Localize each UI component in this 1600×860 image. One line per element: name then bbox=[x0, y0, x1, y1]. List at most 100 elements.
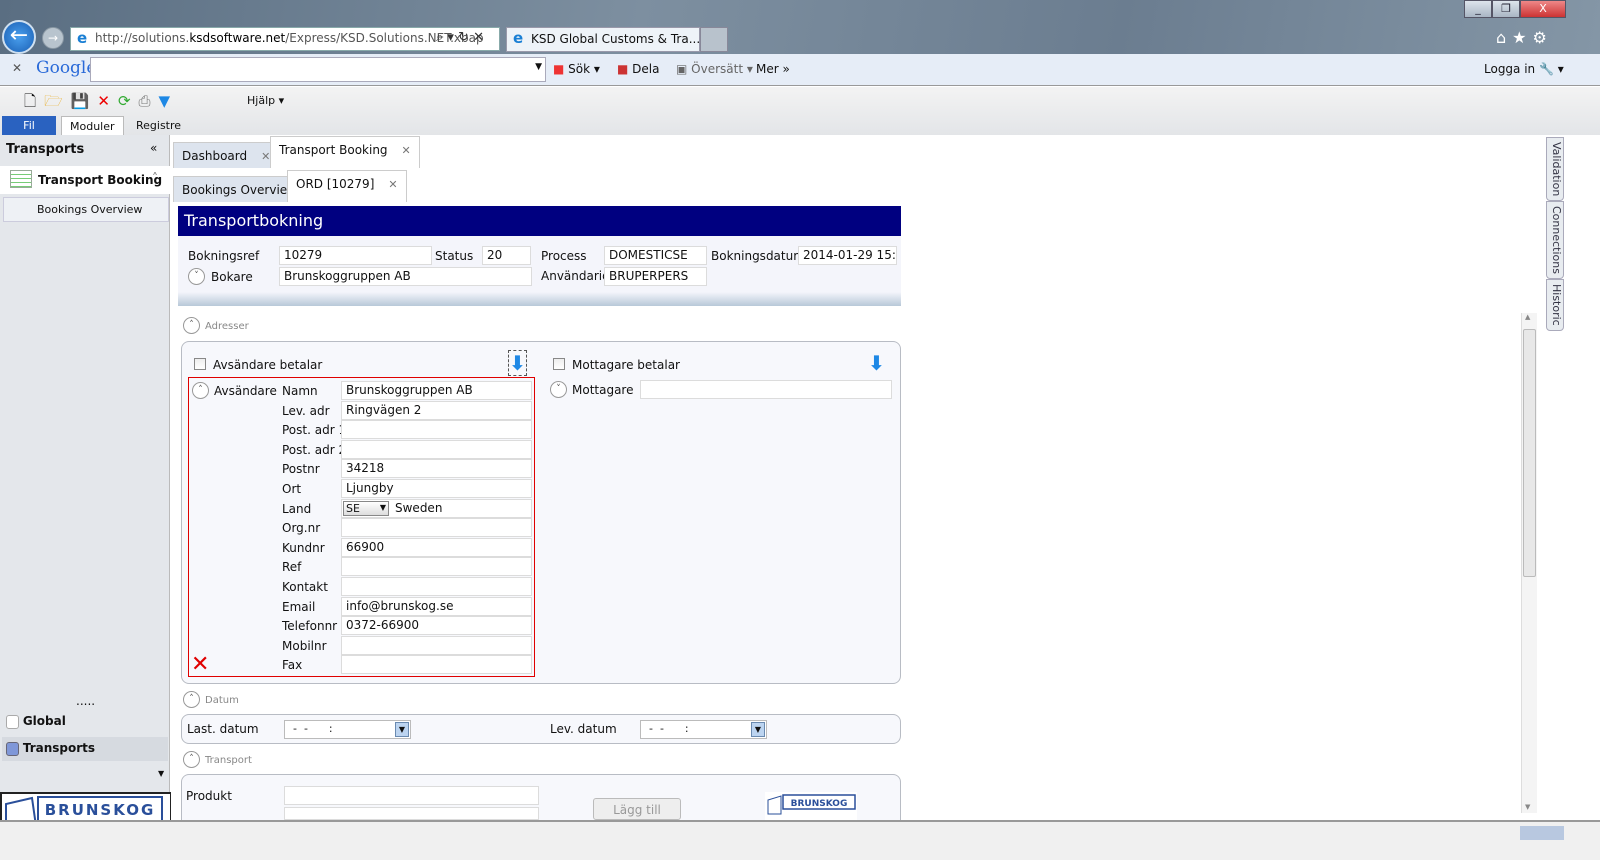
expand-receiver-icon[interactable]: ˅ bbox=[550, 381, 567, 398]
google-search-input[interactable]: ▼ bbox=[90, 57, 546, 82]
more-button[interactable]: Mer » bbox=[756, 62, 790, 76]
sender-field-label: Ort bbox=[282, 482, 302, 496]
collapse-adresser-icon[interactable]: ˄ bbox=[183, 317, 200, 334]
sidebar-menu-dropdown[interactable]: ▼ bbox=[158, 769, 164, 778]
close-tab-icon[interactable]: ✕ bbox=[388, 178, 397, 191]
sender-field-org-nr[interactable] bbox=[341, 518, 532, 538]
sidebar-title: Transports bbox=[6, 142, 85, 157]
sender-field-kontakt[interactable] bbox=[341, 577, 532, 596]
arrow-down-icon[interactable]: ⬇ bbox=[868, 351, 885, 375]
last-datum-picker[interactable]: - - : ▼ bbox=[284, 720, 411, 739]
field-value: Ljungby bbox=[346, 481, 394, 495]
sender-field-postnr[interactable]: 34218 bbox=[341, 459, 532, 479]
calendar-dropdown-icon[interactable]: ▼ bbox=[395, 722, 409, 737]
close-toolbar-icon[interactable]: ✕ bbox=[12, 61, 22, 75]
sender-field-land[interactable]: SE ▼ Sweden bbox=[341, 498, 532, 518]
ribbon-tab-moduler[interactable]: Moduler bbox=[61, 116, 124, 135]
receiver-field[interactable] bbox=[640, 380, 892, 399]
close-tab-icon[interactable]: ✕ bbox=[261, 150, 270, 163]
google-logo: Google bbox=[36, 58, 97, 78]
sender-field-lev-adr[interactable]: Ringvägen 2 bbox=[341, 400, 532, 420]
lev-datum-label: Lev. datum bbox=[550, 722, 617, 736]
search-button[interactable]: ■ Sök ▾ bbox=[553, 62, 600, 76]
collapse-datum-icon[interactable]: ˄ bbox=[183, 691, 200, 708]
sender-pays-checkbox[interactable] bbox=[194, 358, 206, 370]
sender-field-namn[interactable]: Brunskoggruppen AB bbox=[341, 381, 532, 400]
sender-field-email[interactable]: info@brunskog.se bbox=[341, 596, 532, 616]
scrollbar-thumb[interactable] bbox=[1523, 329, 1536, 577]
print-icon[interactable]: ⎙ bbox=[139, 92, 159, 110]
calendar-dropdown-icon[interactable]: ▼ bbox=[751, 722, 765, 737]
sender-field-ort[interactable]: Ljungby bbox=[341, 479, 532, 498]
collapse-sidebar-icon[interactable]: « bbox=[150, 141, 157, 155]
anvandarid-field[interactable]: BRUPERPERS bbox=[604, 267, 707, 286]
sender-field-kundnr[interactable]: 66900 bbox=[341, 537, 532, 557]
nav-global[interactable]: Global bbox=[6, 714, 66, 729]
add-button[interactable]: Lägg till bbox=[593, 798, 681, 820]
ribbon-tab-registre[interactable]: Registre bbox=[128, 116, 189, 135]
remove-sender-icon[interactable]: ✕ bbox=[191, 652, 209, 677]
tab-transport-booking[interactable]: Transport Booking ✕ bbox=[270, 136, 420, 168]
delete-icon[interactable]: ✕ bbox=[97, 92, 118, 110]
vertical-scrollbar[interactable]: ▲ ▼ bbox=[1521, 313, 1537, 813]
status-field[interactable]: 20 bbox=[482, 246, 531, 265]
sender-field-label: Lev. adr bbox=[282, 403, 330, 418]
sender-field-ref[interactable] bbox=[341, 557, 532, 577]
refresh-icon[interactable]: ⟳ bbox=[118, 92, 139, 110]
tab-dashboard[interactable]: Dashboard ✕ bbox=[173, 142, 280, 168]
sidebar-more[interactable]: ..... bbox=[76, 694, 95, 708]
new-tab-button[interactable] bbox=[700, 27, 728, 52]
sidebar-group-transport-booking[interactable]: Transport Booking ˄ bbox=[0, 166, 170, 194]
tab-connections[interactable]: Connections bbox=[1546, 201, 1564, 280]
nav-transports[interactable]: Transports bbox=[2, 737, 168, 761]
country-code-select[interactable]: SE ▼ bbox=[343, 500, 389, 516]
bokningsdatum-field[interactable]: 2014-01-29 15:13 bbox=[798, 246, 897, 265]
browser-tab[interactable]: eKSD Global Customs & Tra...✕ bbox=[506, 27, 723, 52]
search-refresh-stop-icons[interactable]: ⌕ ▾ ↻ ✕ bbox=[436, 30, 484, 45]
scroll-up-icon[interactable]: ▲ bbox=[1525, 313, 1530, 321]
back-button[interactable]: ← bbox=[2, 20, 36, 54]
minimize-button[interactable]: _ bbox=[1464, 0, 1492, 18]
receiver-pays-label: Mottagare betalar bbox=[572, 358, 680, 372]
collapse-transport-icon[interactable]: ˄ bbox=[183, 751, 200, 768]
sender-field-mobilnr[interactable] bbox=[341, 635, 532, 655]
sender-field-post-adr-2[interactable] bbox=[341, 439, 532, 459]
lev-datum-picker[interactable]: - - : ▼ bbox=[640, 720, 767, 739]
second-transport-field[interactable] bbox=[284, 807, 539, 820]
arrow-down-icon[interactable]: ⬇ bbox=[508, 350, 527, 376]
tab-ord-10279[interactable]: ORD [10279] ✕ bbox=[287, 170, 407, 202]
close-window-button[interactable]: X bbox=[1520, 0, 1566, 18]
filter-icon[interactable]: ▼ bbox=[159, 92, 179, 110]
receiver-pays-checkbox[interactable] bbox=[553, 358, 565, 370]
produkt-field[interactable] bbox=[284, 786, 539, 805]
sidebar-item-bookings-overview[interactable]: Bookings Overview bbox=[3, 197, 169, 222]
tab-historic[interactable]: Historic bbox=[1546, 279, 1564, 332]
new-icon[interactable]: 🗋 bbox=[24, 92, 44, 110]
restore-button[interactable]: ❐ bbox=[1492, 0, 1520, 18]
sender-field-label: Telefonnr bbox=[282, 619, 338, 634]
expand-bokare-icon[interactable]: ˅ bbox=[188, 268, 205, 285]
login-button[interactable]: Logga in 🔧 ▾ bbox=[1484, 62, 1564, 76]
translate-button[interactable]: ▣ Översätt ▾ bbox=[676, 62, 753, 76]
tab-validation[interactable]: Validation bbox=[1546, 137, 1564, 202]
close-tab-icon[interactable]: ✕ bbox=[402, 144, 411, 157]
section-adresser: Adresser bbox=[205, 321, 249, 332]
help-menu[interactable]: Hjälp ▾ bbox=[247, 94, 284, 107]
share-button[interactable]: ■ Dela bbox=[617, 62, 659, 76]
sender-field-telefonnr[interactable]: 0372-66900 bbox=[341, 616, 532, 636]
forward-button[interactable]: → bbox=[42, 27, 64, 49]
global-icon bbox=[6, 714, 19, 729]
bokare-field[interactable]: Brunskoggruppen AB bbox=[279, 267, 532, 286]
sender-field-label: Mobilnr bbox=[282, 638, 327, 653]
open-icon[interactable]: 🗁 bbox=[44, 92, 71, 110]
bokningsref-field[interactable]: 10279 bbox=[279, 246, 432, 265]
save-icon[interactable]: 💾 bbox=[71, 92, 98, 110]
home-star-gear-icons[interactable]: ⌂★⚙ bbox=[1496, 28, 1553, 47]
ribbon-tab-fil[interactable]: Fil bbox=[2, 116, 56, 135]
sender-field-label: Post. adr 2 bbox=[282, 442, 347, 457]
scroll-down-icon[interactable]: ▼ bbox=[1525, 803, 1530, 811]
process-field[interactable]: DOMESTICSE bbox=[604, 246, 707, 265]
collapse-sender-icon[interactable]: ˄ bbox=[192, 382, 209, 399]
sender-field-post-adr-1[interactable] bbox=[341, 420, 532, 440]
sender-field-fax[interactable] bbox=[341, 655, 532, 675]
